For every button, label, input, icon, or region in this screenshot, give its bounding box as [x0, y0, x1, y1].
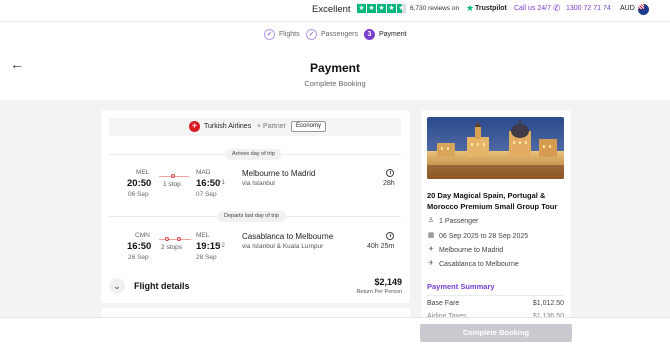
clock-icon [386, 169, 394, 177]
route-via: via Istanbul & Kuala Lumpur [242, 243, 324, 250]
complete-booking-button[interactable]: Complete Booking [420, 324, 572, 342]
departure-time: 16:50 [127, 241, 152, 252]
departure-code: MEL [136, 169, 150, 176]
phone-number-link[interactable]: 1300 72 71 74 [566, 5, 611, 12]
inbound-info: ✈ Casablanca to Melbourne [427, 260, 519, 268]
call-us-label: Call us 24/7 [514, 5, 551, 12]
step-label: Flights [279, 31, 300, 38]
step-label: Passengers [321, 31, 358, 38]
trustpilot-stars: ★ ★ ★ ★ ★ [357, 4, 406, 13]
australia-flag-icon[interactable] [638, 4, 649, 15]
stops-count: 1 stop [163, 181, 181, 188]
arrival-day-offset: +2 [218, 243, 225, 249]
passengers-text: 1 Passenger [439, 217, 479, 225]
base-fare-value: $1,012.50 [532, 300, 564, 307]
tour-title: 20 Day Magical Spain, Portugal & Morocco… [427, 191, 558, 211]
route-title: Casablanca to Melbourne [242, 232, 334, 241]
top-bar: Excellent ★ ★ ★ ★ ★ 6,730 reviews on ★ T… [0, 0, 670, 22]
arrival-note-badge: Arrives day of trip [225, 149, 282, 160]
step-label: Payment [379, 31, 407, 38]
booking-summary-card: 20 Day Magical Spain, Portugal & Morocco… [421, 110, 571, 340]
plane-depart-icon: ✈ [428, 246, 434, 253]
flight-card: ✈ Turkish Airlines + Partner Economy Arr… [101, 110, 410, 303]
flight-duration: 28h [383, 180, 395, 187]
rating-word: Excellent [312, 4, 351, 15]
reviews-count[interactable]: 6,730 reviews on [410, 5, 459, 12]
arrival-date: 28 Sep [196, 254, 217, 261]
arrival-code: MEL [196, 232, 210, 239]
stop-dot [165, 237, 169, 241]
stop-dot [177, 237, 181, 241]
airline-bar: ✈ Turkish Airlines + Partner Economy [109, 118, 401, 136]
page-title: Payment [309, 61, 361, 75]
tour-image [427, 117, 564, 179]
star-icon: ★ [367, 4, 376, 13]
route-title: Melbourne to Madrid [242, 169, 316, 178]
check-icon: ✓ [306, 29, 317, 40]
chevron-down-icon[interactable]: ⌄ [109, 278, 125, 294]
departure-time: 20:50 [127, 178, 152, 189]
page-subtitle: Complete Booking [304, 79, 366, 88]
person-icon: ♙ [427, 217, 435, 224]
step-payment: 3 Payment [364, 29, 407, 40]
arrival-time: 16:50 [196, 178, 221, 189]
outbound-segment: MEL 20:50 06 Sep 1 stop MAD 16:50 +1 07 … [101, 166, 410, 214]
trustpilot-logo[interactable]: Trustpilot [475, 5, 507, 12]
cabin-class-badge: Economy [291, 121, 327, 132]
airline-name: Turkish Airlines [204, 123, 252, 130]
page-header: ✓ Flights ✓ Passengers 3 Payment ← Payme… [0, 22, 670, 100]
half-star-icon: ★ [397, 4, 406, 13]
stops-count: 2 stops [161, 244, 182, 251]
departure-date: 06 Sep [128, 191, 149, 198]
currency-selector[interactable]: AUD [620, 5, 635, 12]
step-number: 3 [364, 29, 375, 40]
step-flights[interactable]: ✓ Flights [264, 29, 300, 40]
trustpilot-star-icon: ★ [466, 3, 475, 13]
price-basis: Return Per Person [356, 289, 402, 295]
progress-steps: ✓ Flights ✓ Passengers 3 Payment [0, 29, 670, 43]
star-icon: ★ [357, 4, 366, 13]
flight-price: $2,149 [374, 277, 402, 287]
phone-icon: ✆ [553, 3, 561, 13]
dates-info: ▦ 06 Sep 2025 to 28 Sep 2025 [427, 232, 528, 240]
stop-dot [171, 174, 175, 178]
dates-text: 06 Sep 2025 to 28 Sep 2025 [439, 232, 529, 240]
divider [427, 295, 564, 296]
star-icon: ★ [377, 4, 386, 13]
flight-details-label: Flight details [134, 281, 190, 291]
flight-duration: 40h 25m [367, 243, 395, 250]
arrival-date: 07 Sep [196, 191, 217, 198]
arrival-time: 19:15 [196, 241, 221, 252]
outbound-route-text: Melbourne to Madrid [439, 246, 504, 254]
check-icon: ✓ [264, 29, 275, 40]
step-passengers[interactable]: ✓ Passengers [306, 29, 358, 40]
route-via: via Istanbul [242, 180, 275, 187]
star-icon: ★ [387, 4, 396, 13]
outbound-info: ✈ Melbourne to Madrid [427, 246, 503, 254]
departure-date: 26 Sep [128, 254, 149, 261]
passengers-info: ♙ 1 Passenger [427, 217, 478, 225]
clock-icon [386, 232, 394, 240]
arrival-day-offset: +1 [218, 180, 225, 186]
departure-note-badge: Departs last day of trip [217, 211, 287, 222]
inbound-route-text: Casablanca to Melbourne [439, 260, 519, 268]
base-fare-label: Base Fare [427, 300, 460, 307]
payment-summary-heading: Payment Summary [427, 282, 495, 291]
flight-details-toggle[interactable]: ⌄ Flight details $2,149 Return Per Perso… [101, 270, 410, 303]
departure-code: CMN [135, 232, 150, 239]
arrival-code: MAD [196, 169, 211, 176]
airline-partner: + Partner [257, 123, 286, 130]
calendar-icon: ▦ [427, 232, 435, 239]
bottom-bar: Complete Booking [0, 317, 670, 348]
stop-line [159, 239, 191, 240]
turkish-airlines-logo-icon: ✈ [189, 121, 200, 132]
plane-return-icon: ✈ [428, 260, 434, 267]
